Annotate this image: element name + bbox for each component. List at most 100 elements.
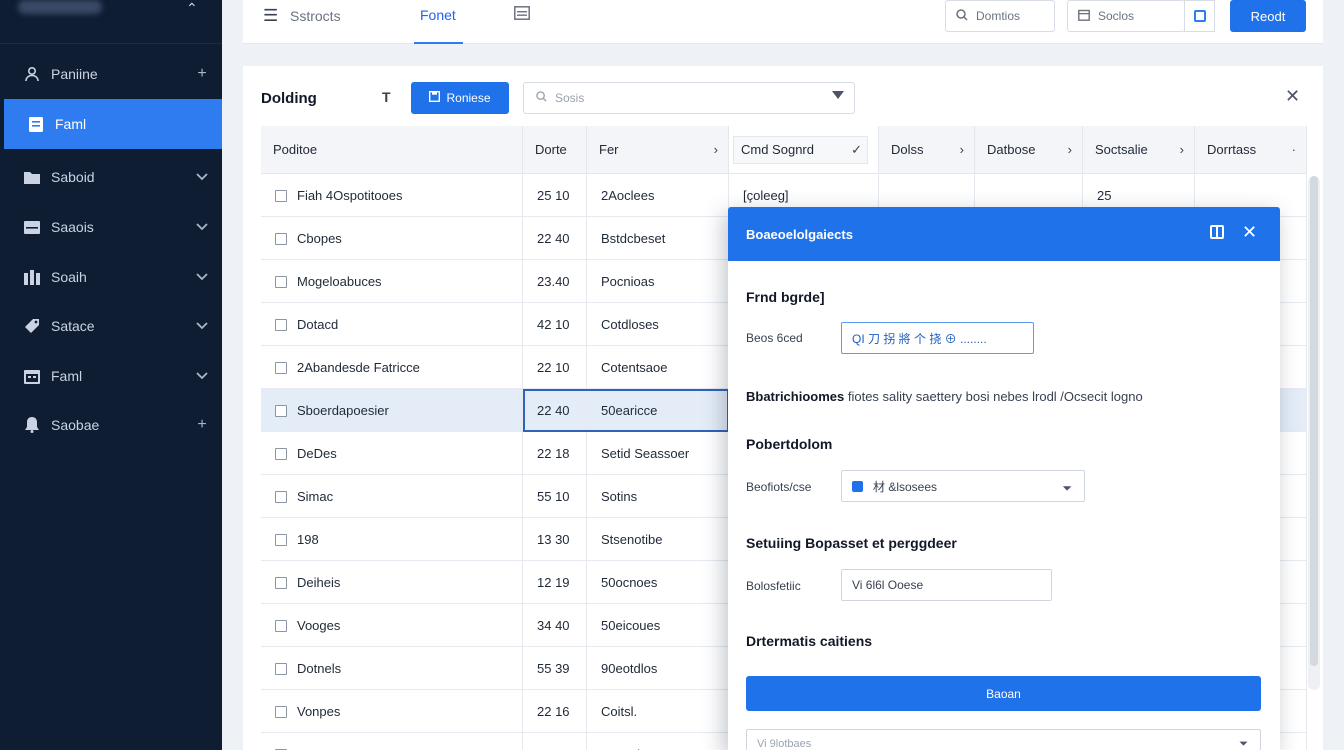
sidebar-item-soaih[interactable]: Soaih [0,252,222,302]
scrollbar-thumb[interactable] [1310,176,1318,666]
table-cell[interactable]: Fonseiee [587,733,729,750]
table-cell[interactable]: 50eicoues [587,604,729,647]
sidebar-item-saaois[interactable]: Saaois [0,202,222,252]
row-checkbox[interactable] [275,275,287,288]
row-checkbox[interactable] [275,619,287,632]
select-field[interactable]: 材 &lsosees ⏷ [841,470,1085,502]
text-input-focused[interactable]: QI 刀 拐 將 个 挠 ⊕ ........ [841,322,1034,354]
chevron-down-icon[interactable] [182,367,222,385]
roniese-button[interactable]: Roniese [411,82,509,114]
table-cell[interactable]: Cotdloses [587,303,729,346]
row-checkbox[interactable] [275,318,287,331]
column-header[interactable]: Dolss › [879,126,975,174]
table-cell[interactable]: Setid Seassoer [587,432,729,475]
sidebar-item-faml[interactable]: Faml [0,351,222,401]
chevron-right-icon[interactable]: › [960,142,964,157]
table-cell[interactable]: 50ocnoes [587,561,729,604]
close-icon[interactable]: ✕ [1285,86,1300,107]
table-cell[interactable]: 22 16 [523,690,587,733]
table-cell[interactable]: 2Aoclees [587,174,729,217]
column-header[interactable]: Dorrtass · [1195,126,1307,174]
table-cell[interactable]: Pocnioas [587,260,729,303]
name-cell[interactable]: 2Abandesde Fatricce [261,346,523,389]
maximize-icon[interactable] [1210,225,1224,239]
chevron-right-icon[interactable]: › [1068,142,1072,157]
table-cell[interactable]: Cotentsaoe [587,346,729,389]
name-cell[interactable]: Dec [261,733,523,750]
search-select[interactable]: Sosis [523,82,855,114]
name-cell[interactable]: Deiheis [261,561,523,604]
text-format-button[interactable]: T [382,89,391,105]
square-toggle-button[interactable] [1184,0,1215,32]
row-checkbox[interactable] [275,361,287,374]
table-cell[interactable]: 18 10 [523,733,587,750]
domtios-button[interactable]: Domtios [945,0,1055,32]
column-header[interactable]: Poditoe [261,126,523,174]
row-checkbox[interactable] [275,662,287,675]
dropdown-icon[interactable]: ⏷ [1239,738,1248,750]
row-checkbox[interactable] [275,705,287,718]
column-header[interactable]: Soctsalie › [1083,126,1195,174]
chevron-up-icon[interactable]: ⌃ [186,0,198,17]
column-header[interactable]: Fer › [587,126,729,174]
row-checkbox[interactable] [275,490,287,503]
table-cell[interactable]: 22 10 [523,346,587,389]
row-checkbox[interactable] [275,447,287,460]
name-cell[interactable]: DeDes [261,432,523,475]
name-cell[interactable]: Sboerdapoesier [261,389,523,432]
column-header[interactable]: Dorte [523,126,587,174]
row-checkbox[interactable] [275,533,287,546]
table-cell[interactable]: 25 10 [523,174,587,217]
name-cell[interactable]: 198 [261,518,523,561]
row-checkbox[interactable] [275,576,287,589]
name-cell[interactable]: Vooges [261,604,523,647]
sidebar-item-faml-active[interactable]: Faml [4,99,222,149]
table-cell[interactable]: 22 40 [523,389,587,432]
tab-active[interactable]: Fonet [420,7,456,23]
vertical-scrollbar[interactable] [1308,176,1320,690]
table-cell[interactable]: 50earicce [587,389,729,432]
chevron-right-icon[interactable]: › [714,142,718,157]
chevron-down-icon[interactable] [182,317,222,335]
name-cell[interactable]: Cbopes [261,217,523,260]
sidebar-item-satace[interactable]: Satace [0,301,222,351]
table-cell[interactable]: 90eotdlos [587,647,729,690]
caret-down-icon[interactable] [832,91,844,99]
bottom-select[interactable]: Vi 9lotbaes ⏷ [746,729,1261,750]
row-checkbox[interactable] [275,404,287,417]
table-cell[interactable]: 55 39 [523,647,587,690]
name-cell[interactable]: Fiah 4Ospotitooes [261,174,523,217]
text-input[interactable]: Vi 6l6l Ooese [841,569,1052,601]
table-cell[interactable]: 22 18 [523,432,587,475]
name-cell[interactable]: Mogeloabuces [261,260,523,303]
sidebar-item-saobae[interactable]: Saobae + [0,400,222,450]
plus-icon[interactable]: + [182,416,222,434]
table-cell[interactable]: 22 40 [523,217,587,260]
sidebar-item-saboid[interactable]: Saboid [0,152,222,202]
soclos-button[interactable]: Soclos [1067,0,1185,32]
list-view-icon[interactable] [514,6,530,20]
table-cell[interactable]: 23.40 [523,260,587,303]
row-checkbox[interactable] [275,232,287,245]
table-cell[interactable]: Sotins [587,475,729,518]
dialog-primary-button[interactable]: Baoan [746,676,1261,711]
sidebar-item-paniine[interactable]: Paniine + [0,49,222,99]
table-cell[interactable]: 34 40 [523,604,587,647]
chevron-down-icon[interactable] [182,218,222,236]
chevron-down-icon[interactable] [182,268,222,286]
name-cell[interactable]: Dotacd [261,303,523,346]
menu-icon[interactable]: ☰ [263,6,278,26]
plus-icon[interactable]: + [182,65,222,83]
column-header-selected[interactable]: Cmd Sognrd ✓ [729,126,879,174]
sort-icon[interactable]: · [1292,142,1296,157]
name-cell[interactable]: Vonpes [261,690,523,733]
chevron-right-icon[interactable]: › [1180,142,1184,157]
column-header[interactable]: Datbose › [975,126,1083,174]
row-checkbox[interactable] [275,189,287,202]
dropdown-icon[interactable]: ⏷ [1062,481,1072,496]
chevron-down-icon[interactable] [182,168,222,186]
table-cell[interactable]: Stsenotibe [587,518,729,561]
reodt-button[interactable]: Reodt [1230,0,1306,32]
table-cell[interactable]: 55 10 [523,475,587,518]
table-cell[interactable]: 42 10 [523,303,587,346]
